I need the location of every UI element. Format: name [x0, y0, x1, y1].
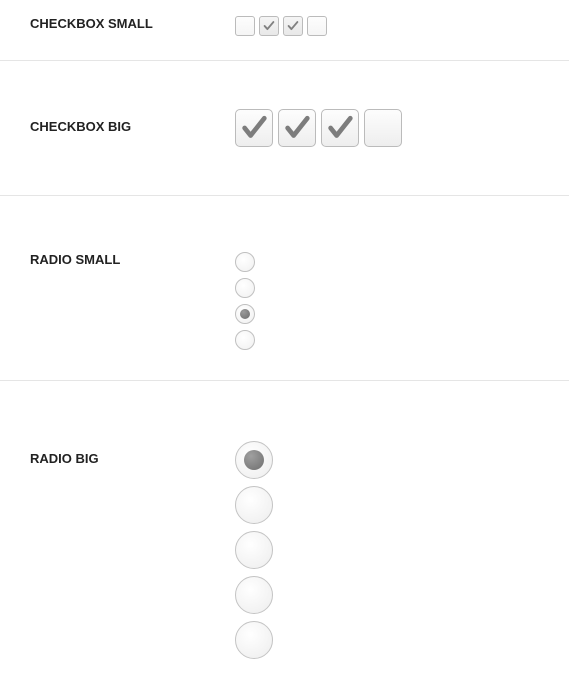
- radio-small-3[interactable]: [235, 304, 255, 324]
- checkbox-big-2[interactable]: [278, 109, 316, 147]
- label-checkbox-small: CHECKBOX SMALL: [30, 16, 235, 31]
- radio-dot-icon: [244, 450, 264, 470]
- section-radio-small: RADIO SMALL: [0, 196, 569, 381]
- radio-big-3[interactable]: [235, 531, 273, 569]
- check-icon: [239, 113, 269, 143]
- radio-small-2[interactable]: [235, 278, 255, 298]
- check-icon: [286, 19, 300, 33]
- label-radio-big: RADIO BIG: [30, 441, 235, 466]
- radio-big-4[interactable]: [235, 576, 273, 614]
- checkbox-small-3[interactable]: [283, 16, 303, 36]
- checkbox-big-3[interactable]: [321, 109, 359, 147]
- radio-big-5[interactable]: [235, 621, 273, 659]
- label-radio-small: RADIO SMALL: [30, 252, 235, 267]
- section-checkbox-small: CHECKBOX SMALL: [0, 0, 569, 61]
- check-icon: [325, 113, 355, 143]
- radio-small-group: [235, 252, 255, 350]
- check-icon: [282, 113, 312, 143]
- radio-dot-icon: [240, 309, 250, 319]
- checkbox-small-1[interactable]: [235, 16, 255, 36]
- section-radio-big: RADIO BIG: [0, 381, 569, 689]
- checkbox-small-group: [235, 16, 327, 36]
- label-checkbox-big: CHECKBOX BIG: [30, 109, 235, 134]
- radio-small-1[interactable]: [235, 252, 255, 272]
- radio-big-1[interactable]: [235, 441, 273, 479]
- radio-big-2[interactable]: [235, 486, 273, 524]
- radio-big-group: [235, 441, 273, 659]
- section-checkbox-big: CHECKBOX BIG: [0, 61, 569, 196]
- radio-small-4[interactable]: [235, 330, 255, 350]
- check-icon: [262, 19, 276, 33]
- checkbox-big-group: [235, 109, 402, 147]
- checkbox-small-2[interactable]: [259, 16, 279, 36]
- checkbox-small-4[interactable]: [307, 16, 327, 36]
- checkbox-big-1[interactable]: [235, 109, 273, 147]
- checkbox-big-4[interactable]: [364, 109, 402, 147]
